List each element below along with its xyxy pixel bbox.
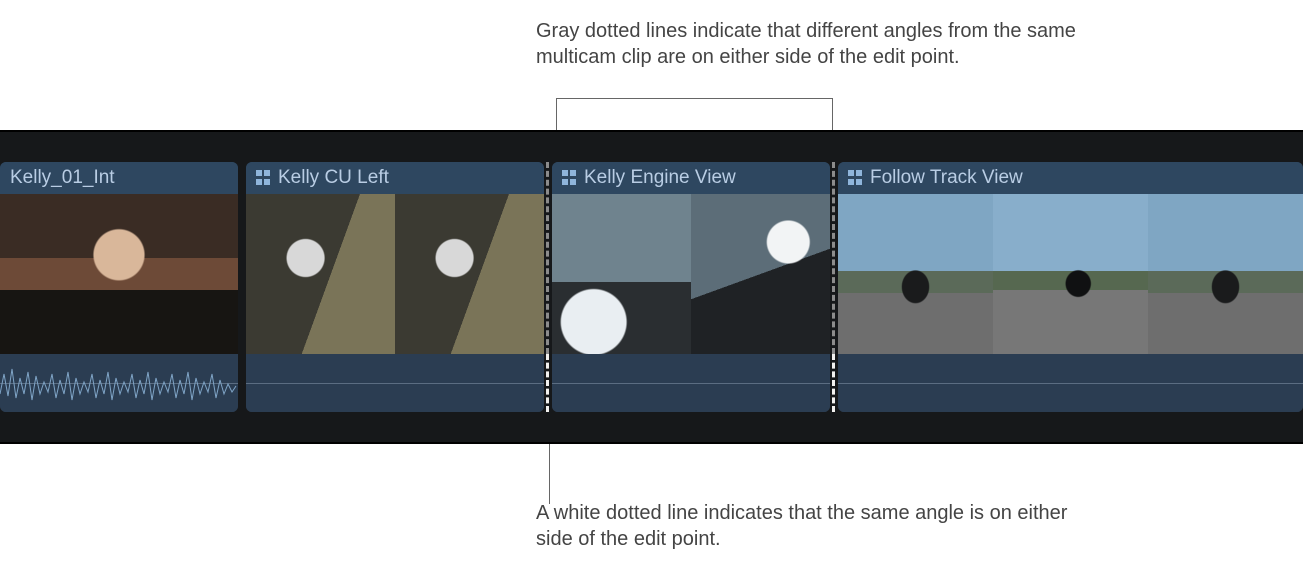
clip-audio-lane: [0, 354, 238, 412]
audio-midline: [838, 383, 1303, 384]
clip-thumbnail: [395, 194, 544, 354]
clip-thumbnail: [246, 194, 395, 354]
clip-follow-track-view[interactable]: Follow Track View: [838, 162, 1303, 412]
annotation-bottom: A white dotted line indicates that the s…: [536, 500, 1096, 552]
timeline-inner: Kelly_01_Int Kelly CU Left: [0, 162, 1303, 412]
clip-thumbnail: [993, 194, 1148, 354]
clip-thumbnail: [838, 194, 993, 354]
audio-midline: [552, 383, 830, 384]
edit-point-line-white: [546, 354, 549, 412]
clip-audio-lane: [246, 354, 544, 412]
callout-line: [549, 444, 550, 504]
clip-header: Follow Track View: [838, 162, 1303, 194]
clip-audio-lane: [838, 354, 1303, 412]
clip-label: Kelly CU Left: [278, 167, 389, 189]
edit-point-line-gray: [546, 162, 549, 354]
clip-thumbnail: [0, 194, 238, 354]
clip-kelly-engine-view[interactable]: Kelly Engine View: [552, 162, 830, 412]
clip-header: Kelly_01_Int: [0, 162, 238, 194]
clip-thumbnail: [552, 194, 691, 354]
audio-waveform: [0, 354, 238, 412]
clip-kelly-cu-left[interactable]: Kelly CU Left: [246, 162, 544, 412]
clip-kelly-01-int[interactable]: Kelly_01_Int: [0, 162, 238, 412]
multicam-icon: [848, 170, 864, 186]
audio-midline: [246, 383, 544, 384]
multicam-icon: [256, 170, 272, 186]
clip-thumbnail: [691, 194, 830, 354]
clip-thumbnails: [0, 194, 238, 354]
clip-header: Kelly Engine View: [552, 162, 830, 194]
clip-thumbnail: [1148, 194, 1303, 354]
edit-point-line-gray: [832, 162, 835, 354]
clip-header: Kelly CU Left: [246, 162, 544, 194]
clip-thumbnails: [838, 194, 1303, 354]
clip-label: Follow Track View: [870, 167, 1023, 189]
clip-audio-lane: [552, 354, 830, 412]
clip-thumbnails: [552, 194, 830, 354]
timeline-track[interactable]: Kelly_01_Int Kelly CU Left: [0, 130, 1303, 444]
clip-label: Kelly_01_Int: [10, 167, 115, 189]
annotation-top: Gray dotted lines indicate that differen…: [536, 18, 1156, 70]
multicam-icon: [562, 170, 578, 186]
clip-label: Kelly Engine View: [584, 167, 736, 189]
edit-point-line-white: [832, 354, 835, 412]
clip-thumbnails: [246, 194, 544, 354]
callout-line: [556, 98, 832, 99]
